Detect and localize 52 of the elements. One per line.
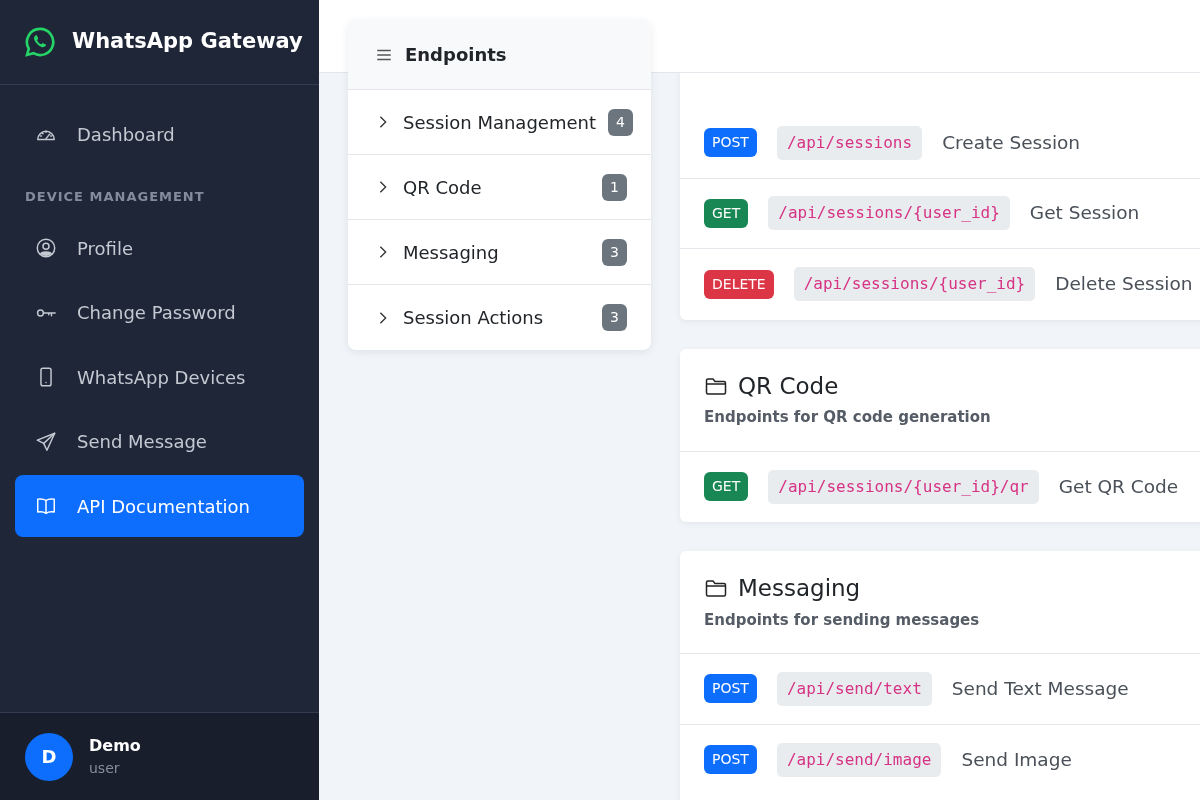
method-label: POST	[704, 745, 757, 775]
method-label: DELETE	[704, 269, 774, 299]
user-name: Demo	[89, 735, 141, 757]
count-badge: 3	[602, 304, 627, 331]
sidebar-item[interactable]: Dashboard	[15, 103, 304, 166]
endpoint-row[interactable]: POST /api/send/image Send Image	[680, 724, 1200, 795]
section-description: Endpoints for QR code generation	[704, 407, 992, 428]
endpoint-summary: Get Session	[1029, 201, 1140, 226]
method-label: GET	[704, 472, 749, 502]
count-badge: 3	[602, 238, 627, 266]
sidebar-item[interactable]: Profile	[15, 217, 304, 279]
endpoint-group-item[interactable]: Session Management 4	[348, 90, 651, 155]
endpoint-path: /api/sessions/{user_id}	[793, 267, 1036, 302]
method-label: POST	[704, 674, 757, 704]
user-role: user	[89, 759, 121, 778]
section-heading: DEVICE MANAGEMENT	[24, 188, 206, 206]
sidebar-item[interactable]: Change Password	[15, 281, 304, 344]
endpoint-summary: Create Session	[942, 130, 1081, 155]
endpoint-group-item[interactable]: Session Actions 3	[348, 285, 651, 350]
endpoint-group-item[interactable]: QR Code 1	[348, 155, 651, 220]
count-badge: 1	[602, 173, 627, 201]
brand-title: WhatsApp Gateway	[72, 28, 303, 56]
card-title: Endpoints	[405, 43, 507, 67]
avatar: D	[25, 732, 73, 781]
endpoint-group-item[interactable]: Messaging 3	[348, 220, 651, 285]
endpoint-summary: Send Image	[961, 747, 1072, 772]
person-icon	[35, 237, 57, 259]
endpoint-row[interactable]: GET /api/sessions/{user_id} Get Session	[680, 178, 1200, 249]
endpoint-row[interactable]: POST /api/send/text Send Text Message	[680, 654, 1200, 725]
endpoint-path: /api/send/image	[776, 742, 942, 777]
endpoint-path: /api/send/text	[776, 671, 932, 706]
section-title: Messaging	[738, 574, 861, 603]
endpoint-path: /api/sessions/{user_id}/qr	[768, 469, 1039, 504]
endpoint-path: /api/sessions/{user_id}	[768, 196, 1010, 231]
endpoint-path: /api/sessions	[776, 125, 923, 160]
method-label: GET	[704, 198, 749, 228]
sidebar-item[interactable]: API Documentation	[15, 475, 304, 537]
chat-bubble-icon	[24, 26, 56, 58]
section-title: QR Code	[738, 371, 839, 401]
sidebar-item[interactable]: WhatsApp Devices	[15, 346, 304, 408]
endpoint-summary: Send Text Message	[951, 676, 1129, 701]
endpoint-row[interactable]: DELETE /api/sessions/{user_id} Delete Session	[680, 249, 1200, 320]
count-badge: 4	[608, 108, 633, 136]
book-icon	[35, 495, 57, 517]
method-label: POST	[704, 128, 757, 158]
sidebar-item[interactable]: Send Message	[15, 410, 304, 473]
endpoint-row[interactable]: GET /api/sessions/{user_id}/qr Get QR Code	[680, 451, 1200, 522]
send-icon	[35, 430, 57, 453]
endpoint-row[interactable]: POST /api/sessions Create Session	[680, 108, 1200, 179]
section-description: Endpoints for sending messages	[704, 609, 981, 631]
endpoint-summary: Get QR Code	[1058, 474, 1179, 499]
endpoint-summary: Delete Session	[1055, 272, 1193, 297]
